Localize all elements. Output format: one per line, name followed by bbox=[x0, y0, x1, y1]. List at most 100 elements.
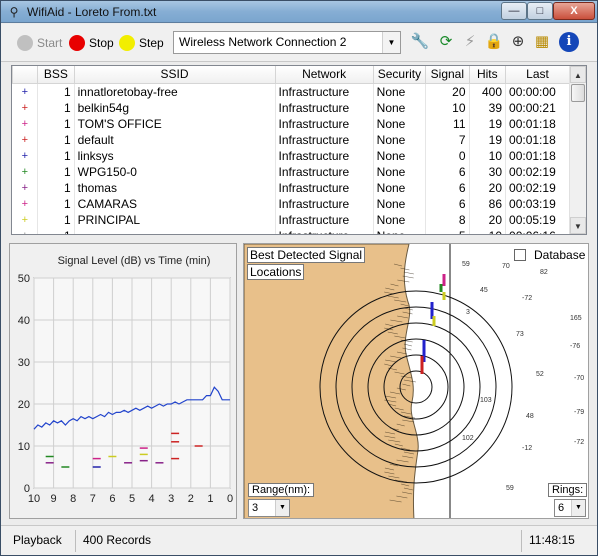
cell-bss: 1 bbox=[37, 99, 75, 116]
grid-icon[interactable]: ▦ bbox=[531, 31, 553, 53]
cell-signal: 10 bbox=[425, 99, 470, 116]
cell-network: Infrastructure bbox=[275, 195, 374, 212]
status-mode: Playback bbox=[13, 533, 62, 547]
map-title: Best Detected Signal Locations bbox=[247, 247, 366, 281]
scroll-up-icon[interactable]: ▲ bbox=[570, 66, 586, 83]
depth-sounding: 73 bbox=[516, 331, 524, 338]
flash-icon[interactable]: ⚡ bbox=[459, 31, 481, 53]
window-title: WifiAid - Loreto From.txt bbox=[27, 5, 157, 19]
close-button[interactable]: X bbox=[553, 2, 595, 20]
y-tick-label: 40 bbox=[18, 315, 30, 327]
land-area bbox=[244, 244, 419, 518]
adapter-select[interactable]: Wireless Network Connection 2 ▼ bbox=[173, 31, 401, 54]
col-header-bss[interactable]: BSS bbox=[37, 66, 75, 84]
start-label: Start bbox=[37, 36, 63, 50]
start-button[interactable]: Start bbox=[17, 32, 62, 54]
status-divider bbox=[521, 530, 522, 552]
x-tick-label: 3 bbox=[168, 493, 174, 505]
depth-sounding: 165 bbox=[570, 315, 582, 322]
rings-value: 6 bbox=[558, 502, 565, 514]
col-header-signal[interactable]: Signal bbox=[425, 66, 470, 84]
depth-sounding: -76 bbox=[570, 343, 580, 350]
table-row[interactable]: +1 thomas Infrastructure None 6 20 00:02:19 bbox=[12, 179, 570, 196]
refresh-icon[interactable]: ⟳ bbox=[435, 31, 457, 53]
stop-dot-icon bbox=[69, 35, 85, 51]
chevron-down-icon[interactable]: ▼ bbox=[275, 500, 289, 516]
binoculars-icon[interactable]: ⊕ bbox=[507, 31, 529, 53]
title-bar[interactable]: ⚲ WifiAid - Loreto From.txt — □ X bbox=[1, 1, 597, 23]
rings-select[interactable]: 6 ▼ bbox=[554, 499, 586, 517]
cell-security: None bbox=[373, 115, 427, 132]
chart-title: Signal Level (dB) vs Time (min) bbox=[58, 255, 211, 267]
signal-map: 59 70 82 45 -72 165 3 73 -76 52 -70 103 48 -79 102 -12 -… bbox=[244, 244, 588, 518]
col-header-ssid[interactable]: SSID bbox=[73, 66, 276, 84]
info-icon[interactable]: i bbox=[559, 32, 579, 52]
cell-bss: 1 bbox=[37, 211, 75, 228]
chevron-down-icon[interactable]: ▼ bbox=[571, 500, 585, 516]
adapter-value: Wireless Network Connection 2 bbox=[179, 35, 347, 49]
database-checkbox[interactable] bbox=[514, 249, 526, 261]
cell-security: None bbox=[373, 147, 427, 164]
table-row[interactable]: +1 innatloretobay-free Infrastructure None 2… bbox=[12, 83, 570, 100]
map-title-line-2: Locations bbox=[247, 264, 305, 280]
y-tick-label: 50 bbox=[18, 273, 30, 285]
scroll-thumb[interactable] bbox=[571, 84, 585, 102]
status-bar: Playback 400 Records 11:48:15 bbox=[1, 525, 597, 555]
stop-label: Stop bbox=[89, 36, 114, 50]
y-tick-label: 30 bbox=[18, 357, 30, 369]
cell-mark: + bbox=[12, 83, 39, 100]
y-tick-label: 10 bbox=[18, 441, 30, 453]
cell-last: 00:01:18 bbox=[505, 131, 570, 148]
range-value: 3 bbox=[252, 502, 259, 514]
depth-sounding: -72 bbox=[574, 439, 584, 446]
cell-hits: 39 bbox=[469, 99, 507, 116]
cell-network: Infrastructure bbox=[275, 163, 374, 180]
vertical-scrollbar[interactable]: ▲ ▼ bbox=[569, 66, 586, 234]
wrench-icon[interactable]: 🔧 bbox=[409, 31, 431, 53]
minimize-button[interactable]: — bbox=[501, 2, 527, 20]
table-row[interactable]: +1 InfrastructureNone51000:06:16 bbox=[12, 227, 570, 234]
col-header-mark[interactable] bbox=[12, 66, 39, 84]
cell-bss: 1 bbox=[37, 115, 75, 132]
table-row[interactable]: +1 CAMARAS Infrastructure None 6 86 00:03:19 bbox=[12, 195, 570, 212]
table-row[interactable]: +1 default Infrastructure None 7 19 00:01:18 bbox=[12, 131, 570, 148]
depth-sounding: -70 bbox=[574, 375, 584, 382]
cell-last: 00:01:18 bbox=[505, 147, 570, 164]
table-row[interactable]: +1 linksys Infrastructure None 0 10 00:01:18 bbox=[12, 147, 570, 164]
stop-button[interactable]: Stop bbox=[69, 32, 114, 54]
table-row[interactable]: +1 WPG150-0 Infrastructure None 6 30 00:02:19 bbox=[12, 163, 570, 180]
scroll-down-icon[interactable]: ▼ bbox=[570, 217, 586, 234]
table-row[interactable]: +1 PRINCIPAL Infrastructure None 8 20 00:05:19 bbox=[12, 211, 570, 228]
lock-icon[interactable]: 🔒 bbox=[483, 31, 505, 53]
cell-bss: 1 bbox=[37, 83, 75, 100]
cell-ssid: innatloretobay-free bbox=[74, 83, 276, 100]
depth-sounding: 102 bbox=[462, 435, 474, 442]
depth-sounding: -12 bbox=[522, 445, 532, 452]
cell-mark: + bbox=[12, 131, 39, 148]
col-header-last[interactable]: Last bbox=[505, 66, 570, 84]
depth-sounding: 82 bbox=[540, 269, 548, 276]
cell-mark: + bbox=[12, 179, 39, 196]
cell-mark: + bbox=[12, 195, 39, 212]
antenna-icon: ⚲ bbox=[9, 5, 19, 19]
col-header-hits[interactable]: Hits bbox=[468, 66, 507, 84]
depth-sounding: 59 bbox=[506, 485, 514, 492]
rings-label: Rings: bbox=[548, 483, 588, 497]
cell-ssid: WPG150-0 bbox=[74, 163, 276, 180]
maximize-button[interactable]: □ bbox=[527, 2, 553, 20]
table-row[interactable]: +1 belkin54g Infrastructure None 10 39 00:00:2… bbox=[12, 99, 570, 116]
range-select[interactable]: 3 ▼ bbox=[248, 499, 290, 517]
col-header-security[interactable]: Security bbox=[372, 66, 427, 84]
step-button[interactable]: Step bbox=[119, 32, 164, 54]
cell-security: None bbox=[373, 179, 427, 196]
cell-ssid: default bbox=[74, 131, 276, 148]
chevron-down-icon[interactable]: ▼ bbox=[382, 32, 400, 53]
map-panel[interactable]: 59 70 82 45 -72 165 3 73 -76 52 -70 103 48 -79 102 -12 -… bbox=[243, 243, 589, 519]
access-point-table[interactable]: BSS SSID Network Security Signal Hits La… bbox=[11, 65, 587, 235]
table-row[interactable]: +1 TOM'S OFFICE Infrastructure None 11 19 00:0… bbox=[12, 115, 570, 132]
cell-ssid: linksys bbox=[74, 147, 276, 164]
cell-signal: 6 bbox=[425, 195, 470, 212]
x-tick-label: 7 bbox=[90, 493, 96, 505]
cell-security: None bbox=[373, 163, 427, 180]
col-header-network[interactable]: Network bbox=[274, 66, 374, 84]
